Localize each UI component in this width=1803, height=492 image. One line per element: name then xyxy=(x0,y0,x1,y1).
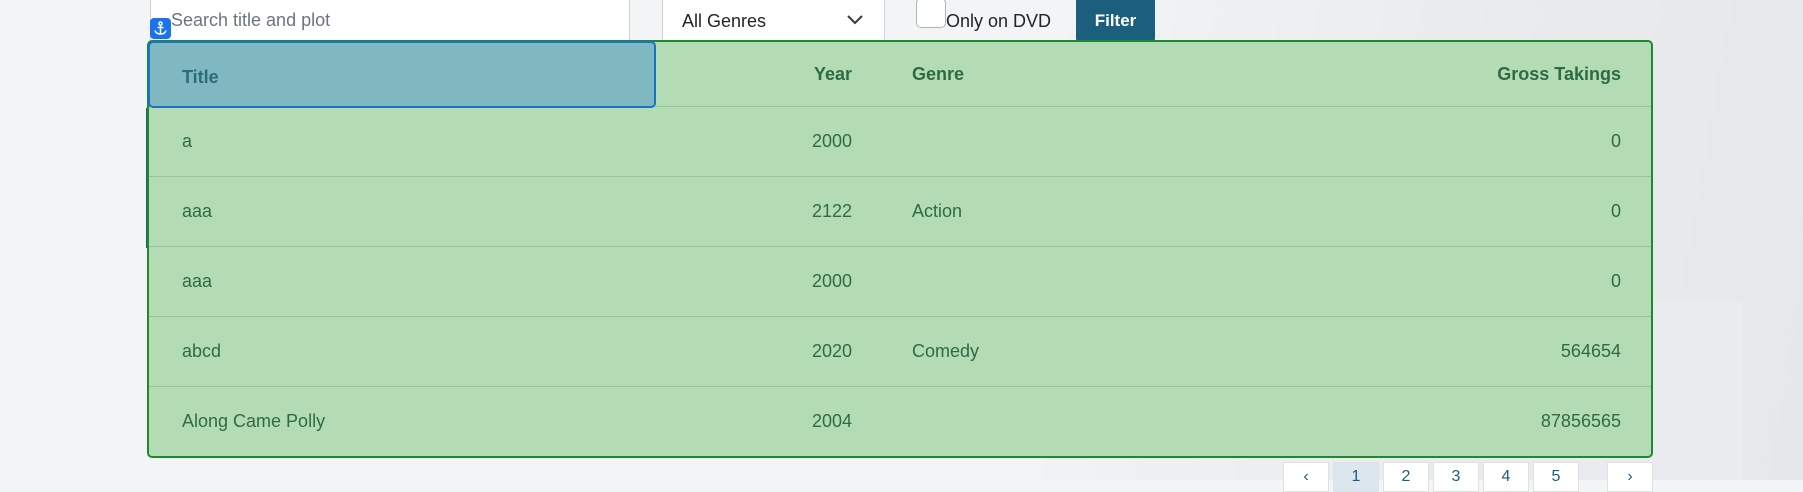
cell-year: 2004 xyxy=(512,386,884,456)
dvd-checkbox-label[interactable]: Only on DVD xyxy=(946,11,1051,32)
pagination-page-5[interactable]: 5 xyxy=(1533,462,1579,492)
cell-gross: 0 xyxy=(1332,106,1651,177)
cell-genre xyxy=(884,246,1332,317)
chevron-down-icon xyxy=(847,15,863,25)
title-column-highlight[interactable] xyxy=(148,41,656,108)
pagination-page-3[interactable]: 3 xyxy=(1433,462,1479,492)
pagination-prev[interactable]: ‹ xyxy=(1283,462,1329,492)
anchor-icon[interactable] xyxy=(150,18,171,39)
cell-title[interactable]: Along Came Polly xyxy=(149,386,512,456)
genre-select[interactable]: All Genres xyxy=(662,0,885,42)
anchor-glyph xyxy=(154,21,167,35)
cell-title[interactable]: aaa xyxy=(149,246,512,317)
cell-genre xyxy=(884,106,1332,177)
dvd-checkbox[interactable] xyxy=(916,0,946,28)
table-row[interactable]: aaa 2000 0 xyxy=(149,246,1651,317)
cell-year: 2000 xyxy=(512,246,884,317)
header-title-label[interactable]: Title xyxy=(182,67,219,88)
cell-title[interactable]: a xyxy=(149,106,512,177)
header-genre[interactable]: Genre xyxy=(884,42,1332,107)
search-input[interactable] xyxy=(150,0,630,42)
pagination-page-2[interactable]: 2 xyxy=(1383,462,1429,492)
pagination-page-4[interactable]: 4 xyxy=(1483,462,1529,492)
cell-title[interactable]: aaa xyxy=(149,176,512,247)
genre-select-value: All Genres xyxy=(682,11,767,31)
header-gross[interactable]: Gross Takings xyxy=(1332,42,1651,107)
cell-genre: Comedy xyxy=(884,316,1332,387)
pagination-next[interactable]: › xyxy=(1607,462,1653,492)
pagination-page-1[interactable]: 1 xyxy=(1333,462,1379,492)
cell-gross: 0 xyxy=(1332,176,1651,247)
cell-gross: 87856565 xyxy=(1332,386,1651,456)
filter-bar: All Genres Only on DVD Filter xyxy=(0,0,1803,44)
table-row[interactable]: abcd 2020 Comedy 564654 xyxy=(149,316,1651,387)
cell-title[interactable]: abcd xyxy=(149,316,512,387)
cell-gross: 564654 xyxy=(1332,316,1651,387)
cell-year: 2020 xyxy=(512,316,884,387)
table-row[interactable]: Along Came Polly 2004 87856565 xyxy=(149,386,1651,456)
table-row[interactable]: a 2000 0 xyxy=(149,106,1651,177)
filter-button[interactable]: Filter xyxy=(1076,0,1155,44)
pagination: ‹ 1 2 3 4 5 › xyxy=(1283,458,1653,492)
cell-year: 2000 xyxy=(512,106,884,177)
cell-gross: 0 xyxy=(1332,246,1651,317)
cell-genre xyxy=(884,386,1332,456)
cell-genre: Action xyxy=(884,176,1332,247)
cell-year: 2122 xyxy=(512,176,884,247)
table-row[interactable]: aaa 2122 Action 0 xyxy=(149,176,1651,247)
